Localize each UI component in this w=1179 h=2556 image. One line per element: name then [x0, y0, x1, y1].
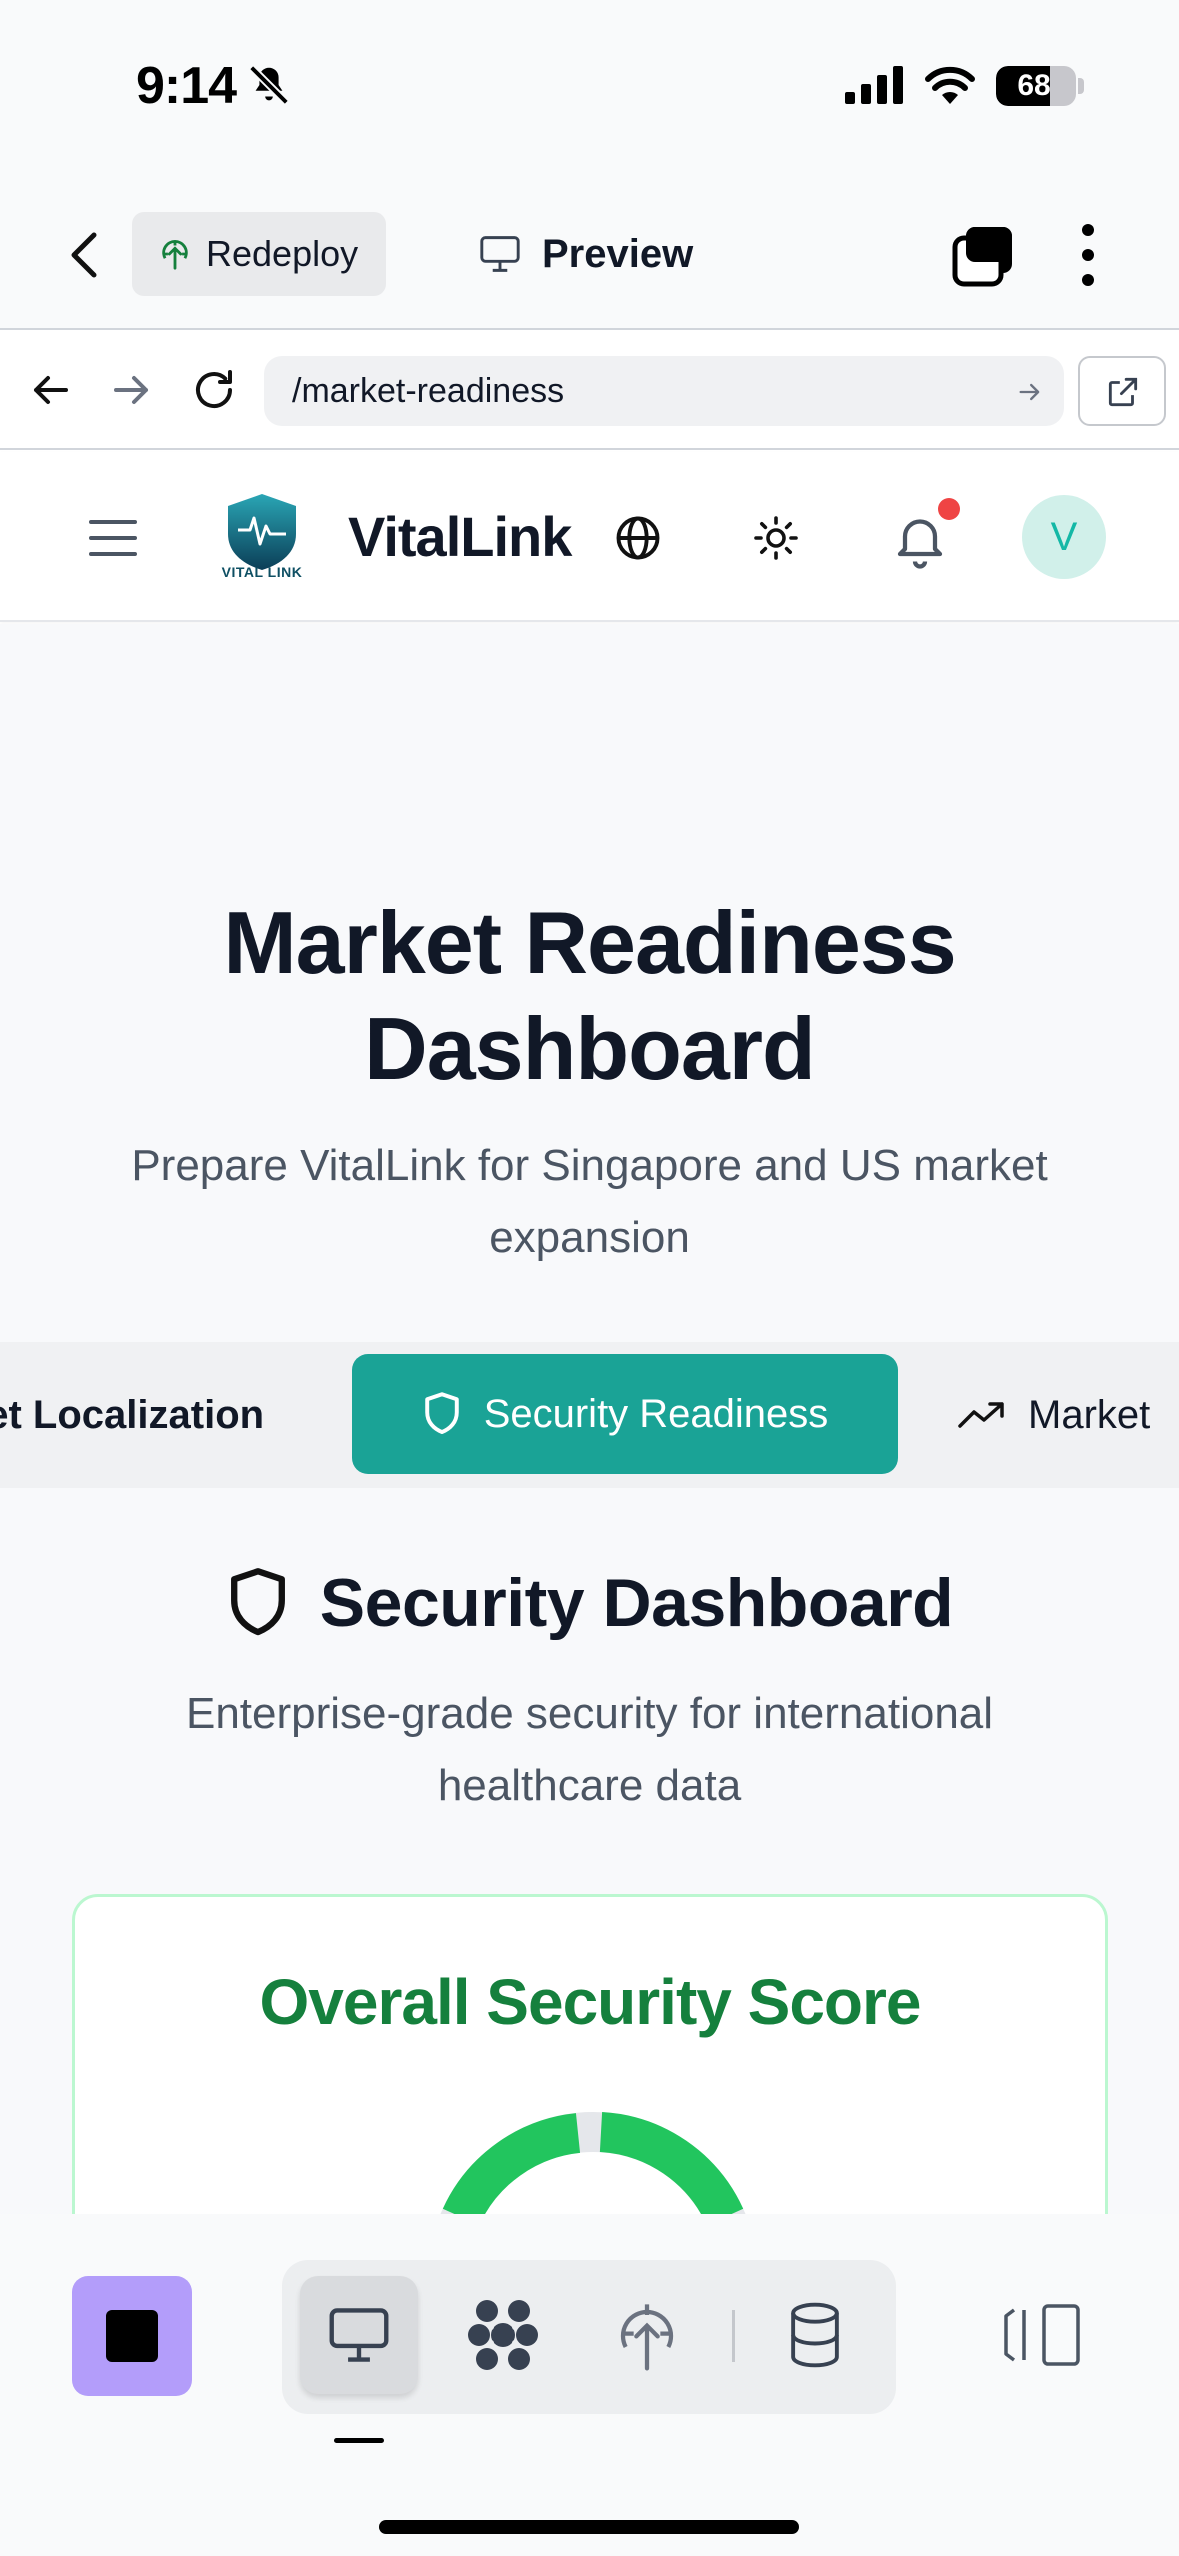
tab-market[interactable]: Market: [958, 1342, 1150, 1488]
monitor-icon: [329, 2308, 389, 2362]
tabs-icon[interactable]: [952, 225, 1014, 287]
nav-back-icon[interactable]: [26, 366, 74, 414]
bottom-bar: [0, 2214, 1179, 2556]
page-title-line2: Dashboard: [364, 999, 816, 1098]
tab-label: Security Readiness: [483, 1391, 829, 1436]
bell-off-icon: [249, 65, 289, 105]
redeploy-button[interactable]: Redeploy: [132, 212, 386, 296]
tab-label: ket Localization: [0, 1392, 265, 1437]
url-bar: /market-readiness: [0, 332, 1179, 450]
score-title: Overall Security Score: [259, 1966, 921, 2038]
open-external-button[interactable]: [1078, 356, 1166, 426]
security-subtitle-line1: Enterprise-grade security for internatio…: [185, 1689, 994, 1738]
app-toolbar: Redeploy Preview: [0, 170, 1179, 330]
database-icon: [791, 2302, 839, 2368]
tab-security-readiness[interactable]: Security Readiness: [352, 1354, 898, 1474]
menu-icon[interactable]: [88, 518, 138, 558]
trending-up-icon: [958, 1402, 1004, 1428]
database-view-button[interactable]: [756, 2276, 874, 2394]
sun-icon[interactable]: [752, 514, 800, 562]
stop-button[interactable]: [72, 2276, 192, 2396]
stop-icon: [106, 2310, 158, 2362]
battery-icon: 68: [996, 66, 1076, 106]
logo-text: VITAL LINK: [221, 564, 303, 580]
external-link-icon: [1108, 377, 1138, 407]
main-content: Market Readiness Dashboard Prepare Vital…: [0, 624, 1179, 2214]
security-title: Security Dashboard: [319, 1565, 954, 1641]
security-heading: Security Dashboard: [0, 1564, 1179, 1642]
deploy-icon: [162, 240, 188, 270]
panel-toggle-icon[interactable]: [1004, 2300, 1084, 2370]
preview-label: Preview: [542, 231, 694, 276]
wifi-icon: [925, 66, 975, 104]
deploy-view-button[interactable]: [588, 2276, 706, 2394]
page-subtitle-line1: Prepare VitalLink for Singapore and US m…: [131, 1141, 1048, 1190]
deploy-icon: [620, 2304, 674, 2371]
shield-icon: [230, 1568, 285, 1636]
brand-name: VitalLink: [348, 505, 572, 568]
redeploy-label: Redeploy: [206, 233, 359, 274]
reload-icon[interactable]: [190, 366, 238, 414]
battery-percent: 68: [1017, 69, 1051, 102]
security-subtitle: Enterprise-grade security for internatio…: [90, 1678, 1089, 1822]
preview-button[interactable]: Preview: [478, 212, 693, 296]
page-title: Market Readiness Dashboard: [0, 890, 1179, 1102]
preview-view-button[interactable]: [300, 2276, 418, 2394]
security-subtitle-line2: healthcare data: [437, 1761, 742, 1810]
page-subtitle: Prepare VitalLink for Singapore and US m…: [60, 1130, 1119, 1274]
url-text: /market-readiness: [292, 372, 565, 410]
components-view-button[interactable]: [444, 2276, 562, 2394]
battery-nub: [1078, 78, 1084, 94]
avatar[interactable]: V: [1022, 495, 1106, 579]
globe-icon[interactable]: [612, 512, 664, 564]
status-time: 9:14: [136, 57, 237, 115]
tab-market-localization[interactable]: ket Localization: [0, 1342, 264, 1488]
back-chevron-icon[interactable]: [60, 225, 110, 285]
tabs-row: ket Localization Security Readiness Mark…: [0, 1342, 1179, 1488]
go-arrow-icon[interactable]: [1016, 378, 1044, 406]
signal-icon: [845, 66, 903, 104]
nav-forward-icon[interactable]: [108, 366, 156, 414]
notification-dot: [938, 498, 960, 520]
home-indicator: [379, 2520, 799, 2534]
more-options-icon[interactable]: [1076, 222, 1100, 288]
flower-icon: [468, 2300, 538, 2370]
shield-icon: [424, 1392, 459, 1435]
monitor-icon: [480, 236, 520, 272]
site-header: VITAL LINK VitalLink V: [0, 452, 1179, 622]
tab-label: Market: [1028, 1392, 1151, 1437]
view-switcher: [282, 2260, 896, 2414]
active-view-indicator: [334, 2438, 384, 2443]
url-input[interactable]: /market-readiness: [264, 356, 1064, 426]
page-subtitle-line2: expansion: [489, 1213, 690, 1262]
status-bar: 9:14 68: [0, 0, 1179, 170]
page-title-line1: Market Readiness: [223, 893, 956, 992]
segment-divider: [732, 2310, 735, 2362]
security-score-card: Overall Security Score: [72, 1894, 1108, 2214]
score-gauge: [440, 2112, 746, 2214]
